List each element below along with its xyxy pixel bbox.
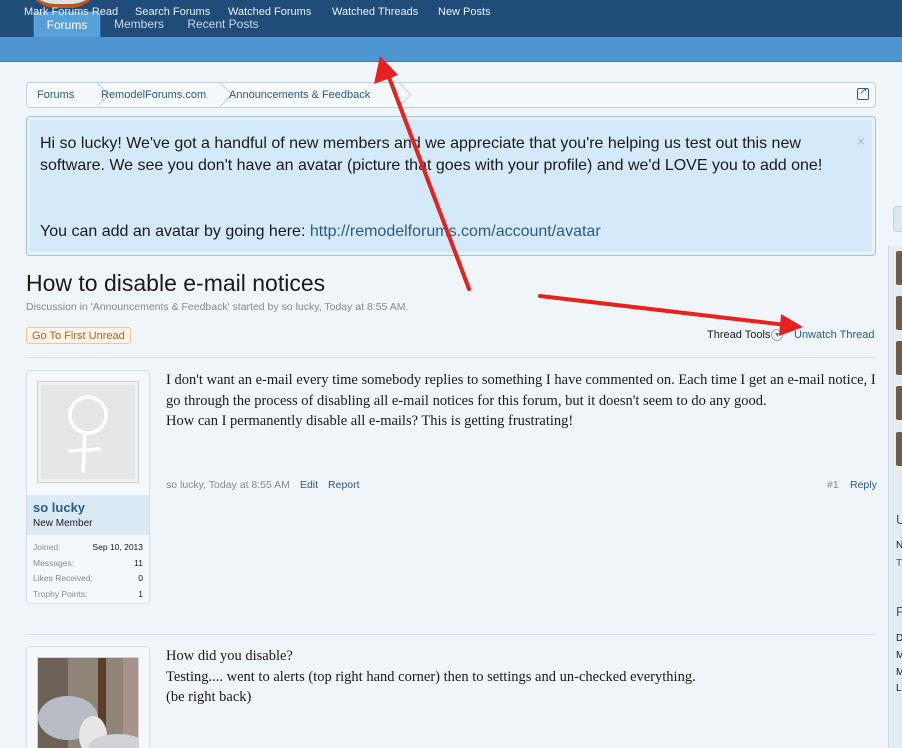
thread-tools-menu[interactable]: Thread Tools ▼ [707, 329, 784, 342]
watched-threads-link[interactable]: Watched Threads [332, 6, 418, 18]
thread-tools-label: Thread Tools [707, 329, 771, 341]
thread-meta: Discussion in 'Announcements & Feedback'… [26, 301, 409, 313]
notice-prefix: You can add an avatar by going here: [40, 223, 310, 240]
avatar-notice: Hi so lucky! We've got a handful of new … [26, 116, 876, 256]
breadcrumb-separator [89, 83, 101, 107]
post-number[interactable]: #1 [827, 479, 839, 491]
mark-forums-read-link[interactable]: Mark Forums Read [24, 6, 118, 18]
avatar-photo [38, 658, 138, 748]
user-name-box: so lucky New Member [27, 495, 149, 535]
post-paragraph: How can I permanently disable all e-mail… [166, 413, 574, 429]
breadcrumb: Forums RemodelForums.com Announcements &… [26, 82, 876, 108]
breadcrumb-forums[interactable]: Forums [37, 89, 74, 101]
sidebar-tab[interactable] [893, 206, 902, 232]
edit-link[interactable]: Edit [300, 479, 318, 491]
post-body: I don't want an e-mail every time somebo… [166, 370, 876, 432]
divider [26, 634, 876, 635]
stat-value-joined: Sep 10, 2013 [92, 542, 143, 552]
post-paragraph: (be right back) [166, 689, 252, 705]
go-to-first-unread-button[interactable]: Go To First Unread [26, 327, 131, 344]
avatar-placeholder [41, 385, 135, 479]
breadcrumb-announcements[interactable]: Announcements & Feedback [229, 89, 370, 101]
user-title: New Member [33, 518, 93, 529]
stat-label-trophy: Trophy Points: [33, 589, 88, 599]
sidebar-text: D [896, 633, 902, 644]
divider [26, 357, 876, 358]
watched-forums-link[interactable]: Watched Forums [228, 6, 311, 18]
sidebar-heading: U [896, 512, 902, 527]
breadcrumb-remodelforums[interactable]: RemodelForums.com [101, 89, 206, 101]
stat-value-messages[interactable]: 11 [134, 558, 143, 568]
search-forums-link[interactable]: Search Forums [135, 6, 210, 18]
sidebar-thumbnail[interactable] [896, 432, 902, 466]
unwatch-thread-link[interactable]: Unwatch Thread [794, 329, 875, 341]
stat-label-messages: Messages: [33, 558, 75, 568]
post-author-date[interactable]: so lucky, Today at 8:55 AM [166, 479, 290, 491]
sidebar-heading: F [896, 604, 902, 619]
reply-link[interactable]: Reply [850, 479, 877, 491]
stat-label-likes: Likes Received: [33, 573, 94, 583]
sidebar-thumbnail[interactable] [896, 386, 902, 420]
user-card [26, 646, 150, 748]
notice-avatar-line: You can add an avatar by going here: htt… [40, 221, 840, 243]
chevron-down-icon: ▼ [771, 329, 784, 342]
sidebar-link[interactable]: T [896, 558, 902, 569]
sidebar-text: M [896, 667, 902, 678]
sidebar-text: M [896, 650, 902, 661]
breadcrumb-separator [212, 83, 224, 107]
post-meta: so lucky, Today at 8:55 AM Edit Report [166, 479, 360, 491]
post-paragraph: How did you disable? [166, 648, 293, 664]
post-body: How did you disable? Testing.... went to… [166, 646, 876, 708]
post-paragraph: I don't want an e-mail every time somebo… [166, 372, 876, 409]
breadcrumb-separator [391, 83, 403, 107]
close-icon[interactable]: × [857, 133, 865, 149]
user-card: so lucky New Member Joined: Sep 10, 2013… [26, 370, 150, 604]
sidebar-text: L [896, 683, 902, 694]
avatar[interactable] [37, 381, 139, 483]
thread-title: How to disable e-mail notices [26, 270, 326, 296]
stat-label-joined: Joined: [33, 542, 61, 552]
username-link[interactable]: so lucky [33, 500, 85, 515]
jump-to-page-icon[interactable] [857, 86, 869, 100]
sidebar-thumbnail[interactable] [896, 251, 902, 285]
post-paragraph: Testing.... went to alerts (top right ha… [166, 668, 696, 685]
report-link[interactable]: Report [328, 479, 360, 491]
new-posts-link[interactable]: New Posts [438, 6, 491, 18]
avatar[interactable] [37, 657, 139, 748]
female-symbol-icon [67, 395, 108, 474]
sub-navigation-bar [0, 37, 902, 62]
sidebar-thumbnail[interactable] [896, 341, 902, 375]
sidebar-thumbnail[interactable] [896, 296, 902, 330]
avatar-link[interactable]: http://remodelforums.com/account/avatar [310, 223, 601, 240]
stat-value-likes: 0 [138, 573, 143, 583]
notice-message: Hi so lucky! We've got a handful of new … [40, 135, 823, 174]
sidebar-text: N [896, 540, 902, 551]
stat-value-trophy[interactable]: 1 [138, 589, 143, 599]
